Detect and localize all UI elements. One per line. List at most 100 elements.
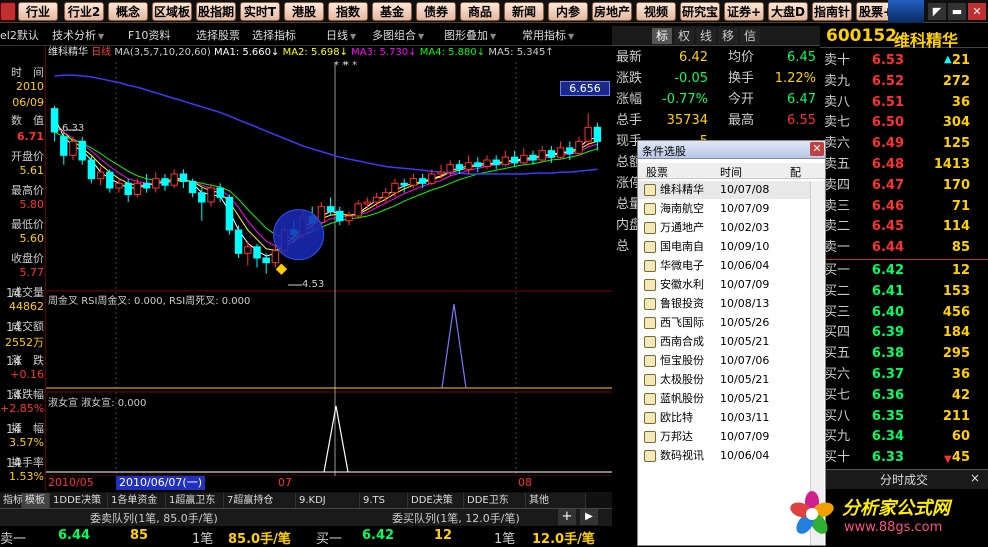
asks-row[interactable]: 卖七 6.50 304 xyxy=(820,112,988,133)
toolbar-item-7[interactable]: 常用指标 ▼ xyxy=(522,27,574,45)
menu-item-3[interactable]: 区域板 xyxy=(152,2,192,21)
bids-row[interactable]: 买九 6.34 60 xyxy=(820,426,988,447)
bids-row[interactable]: 买四 6.39 184 xyxy=(820,322,988,343)
screener-row[interactable]: 国电南自 10/09/10 xyxy=(638,238,825,256)
asks-row[interactable]: 卖六 6.49 125 xyxy=(820,133,988,154)
asks-row[interactable]: 卖五 6.48 1413 xyxy=(820,154,988,175)
menu-item-4[interactable]: 股指期 xyxy=(196,2,236,21)
menu-item-10[interactable]: 商品 xyxy=(460,2,500,21)
menu-item-17[interactable]: 大盘D xyxy=(768,2,808,21)
asks-row[interactable]: 卖四 6.47 170 xyxy=(820,175,988,196)
quote-tab-3[interactable]: 移 xyxy=(718,28,738,44)
menu-item-9[interactable]: 债券 xyxy=(416,2,456,21)
indicator-tab-10[interactable]: 其他 xyxy=(526,493,586,508)
quote-tab-0[interactable]: 标 xyxy=(652,28,672,44)
model-select[interactable]: el2默认 xyxy=(0,27,48,45)
indicator-tab-2[interactable]: 1DDE决策 xyxy=(50,493,108,508)
asks-row[interactable]: 卖一 6.44 85 xyxy=(820,237,988,258)
menu-item-15[interactable]: 研究宝 xyxy=(680,2,720,21)
menu-item-14[interactable]: 视频 xyxy=(636,2,676,21)
book-close-icon[interactable]: × xyxy=(970,471,980,485)
screener-row[interactable]: 安徽水利 10/07/09 xyxy=(638,276,825,294)
ma-params: MA(3,5,7,10,20,60) xyxy=(114,47,211,58)
menu-item-18[interactable]: 指南针 xyxy=(812,2,852,21)
dialog-close-icon[interactable]: ✕ xyxy=(810,142,824,156)
indicator-tab-7[interactable]: 9.TS xyxy=(360,493,408,508)
asks-row[interactable]: 卖九 6.52 272 xyxy=(820,71,988,92)
bids-row[interactable]: 买五 6.38 295 xyxy=(820,343,988,364)
candle-body xyxy=(437,171,445,175)
next-button[interactable]: ▶ xyxy=(580,509,598,525)
indicator-tab-3[interactable]: 1各单资金 xyxy=(108,493,166,508)
quote-tab-4[interactable]: 信 xyxy=(740,28,760,44)
screener-row[interactable]: 太极股份 10/05/21 xyxy=(638,371,825,389)
screener-row[interactable]: 数码视讯 10/06/04 xyxy=(638,447,825,465)
candle-body xyxy=(188,180,197,194)
close-icon[interactable]: ✕ xyxy=(968,3,986,20)
bids-row[interactable]: 买三 6.40 456 xyxy=(820,302,988,323)
col-match[interactable]: 配 xyxy=(790,164,801,180)
menu-item-0[interactable]: 行业 xyxy=(18,2,58,21)
minimize-icon[interactable]: ▬ xyxy=(948,3,966,20)
indicator-tab-4[interactable]: 1超赢卫东 xyxy=(166,493,224,508)
screener-row[interactable]: 西南合成 10/05/21 xyxy=(638,333,825,351)
toolbar-item-1[interactable]: F10资料 xyxy=(128,27,170,45)
indicator-tab-8[interactable]: DDE决策 xyxy=(408,493,464,508)
kline-chart[interactable]: * ** * xyxy=(46,46,612,492)
indicator-tab-6[interactable]: 9.KDJ xyxy=(296,493,360,508)
menu-item-8[interactable]: 基金 xyxy=(372,2,412,21)
book-price: 6.35 xyxy=(871,408,904,424)
book-price: 6.47 xyxy=(871,177,904,193)
bids-row[interactable]: 买六 6.37 36 xyxy=(820,364,988,385)
menu-item-2[interactable]: 概念 xyxy=(108,2,148,21)
asks-row[interactable]: 卖十 6.53 21 xyxy=(820,50,988,71)
col-stock[interactable]: 股票 xyxy=(646,164,668,180)
screener-row[interactable]: 维科精华 10/07/08 xyxy=(638,181,825,199)
quote-label: 涨幅 xyxy=(616,92,643,107)
menu-item-1[interactable]: 行业2 xyxy=(64,2,104,21)
asks-row[interactable]: 卖八 6.51 36 xyxy=(820,92,988,113)
bids-row[interactable]: 买七 6.36 42 xyxy=(820,385,988,406)
screener-row[interactable]: 西飞国际 10/05/26 xyxy=(638,314,825,332)
quote-value: -0.77% xyxy=(662,92,708,107)
menu-item-7[interactable]: 指数 xyxy=(328,2,368,21)
toolbar-item-3[interactable]: 选择指标 xyxy=(252,27,296,45)
expand-button[interactable]: + xyxy=(558,509,576,525)
bids-row[interactable]: 买八 6.35 211 xyxy=(820,406,988,427)
quote-tab-2[interactable]: 线 xyxy=(696,28,716,44)
help-icon[interactable]: ◤ xyxy=(928,3,946,20)
bids-row[interactable]: 买十 6.33 45 xyxy=(820,447,988,468)
bids-row[interactable]: 买二 6.41 153 xyxy=(820,281,988,302)
toolbar-item-6[interactable]: 图形叠加 ▼ xyxy=(444,27,496,45)
toolbar-item-4[interactable]: 日线 ▼ xyxy=(326,27,356,45)
indicator-tab-5[interactable]: 7超赢持仓 xyxy=(224,493,296,508)
candle-body xyxy=(400,182,408,186)
candle-body xyxy=(170,173,178,186)
menu-item-12[interactable]: 内参 xyxy=(548,2,588,21)
menu-item-13[interactable]: 房地产 xyxy=(592,2,632,21)
screener-row[interactable]: 欧比特 10/03/11 xyxy=(638,409,825,427)
indicator-tab-9[interactable]: DDE卫东 xyxy=(464,493,526,508)
screener-row[interactable]: 华微电子 10/06/04 xyxy=(638,257,825,275)
menu-item-16[interactable]: 证券+ xyxy=(724,2,764,21)
col-time[interactable]: 时间 xyxy=(720,164,742,180)
menu-item-6[interactable]: 港股 xyxy=(284,2,324,21)
indicator-tab-0[interactable]: 指标 xyxy=(0,493,23,508)
asks-row[interactable]: 卖三 6.46 71 xyxy=(820,196,988,217)
toolbar-item-5[interactable]: 多图组合 ▼ xyxy=(372,27,424,45)
menu-item-11[interactable]: 新闻 xyxy=(504,2,544,21)
screener-row[interactable]: 恒宝股份 10/07/06 xyxy=(638,352,825,370)
toolbar-label-5: 多图组合 xyxy=(372,29,416,42)
quote-tab-1[interactable]: 权 xyxy=(674,28,694,44)
toolbar-item-2[interactable]: 选择股票 xyxy=(196,27,240,45)
screener-row[interactable]: 海南航空 10/07/09 xyxy=(638,200,825,218)
asks-row[interactable]: 卖二 6.45 114 xyxy=(820,216,988,237)
screener-row[interactable]: 鲁银投资 10/08/13 xyxy=(638,295,825,313)
bids-row[interactable]: 买一 6.42 12 xyxy=(820,260,988,281)
indicator-tab-1[interactable]: 模板 xyxy=(22,493,50,508)
screener-row[interactable]: 万通地产 10/02/03 xyxy=(638,219,825,237)
toolbar-item-0[interactable]: 技术分析 ▼ xyxy=(52,27,104,45)
menu-item-5[interactable]: 实时T xyxy=(240,2,280,21)
screener-row[interactable]: 蓝帆股份 10/05/21 xyxy=(638,390,825,408)
screener-row[interactable]: 万邦达 10/07/09 xyxy=(638,428,825,446)
